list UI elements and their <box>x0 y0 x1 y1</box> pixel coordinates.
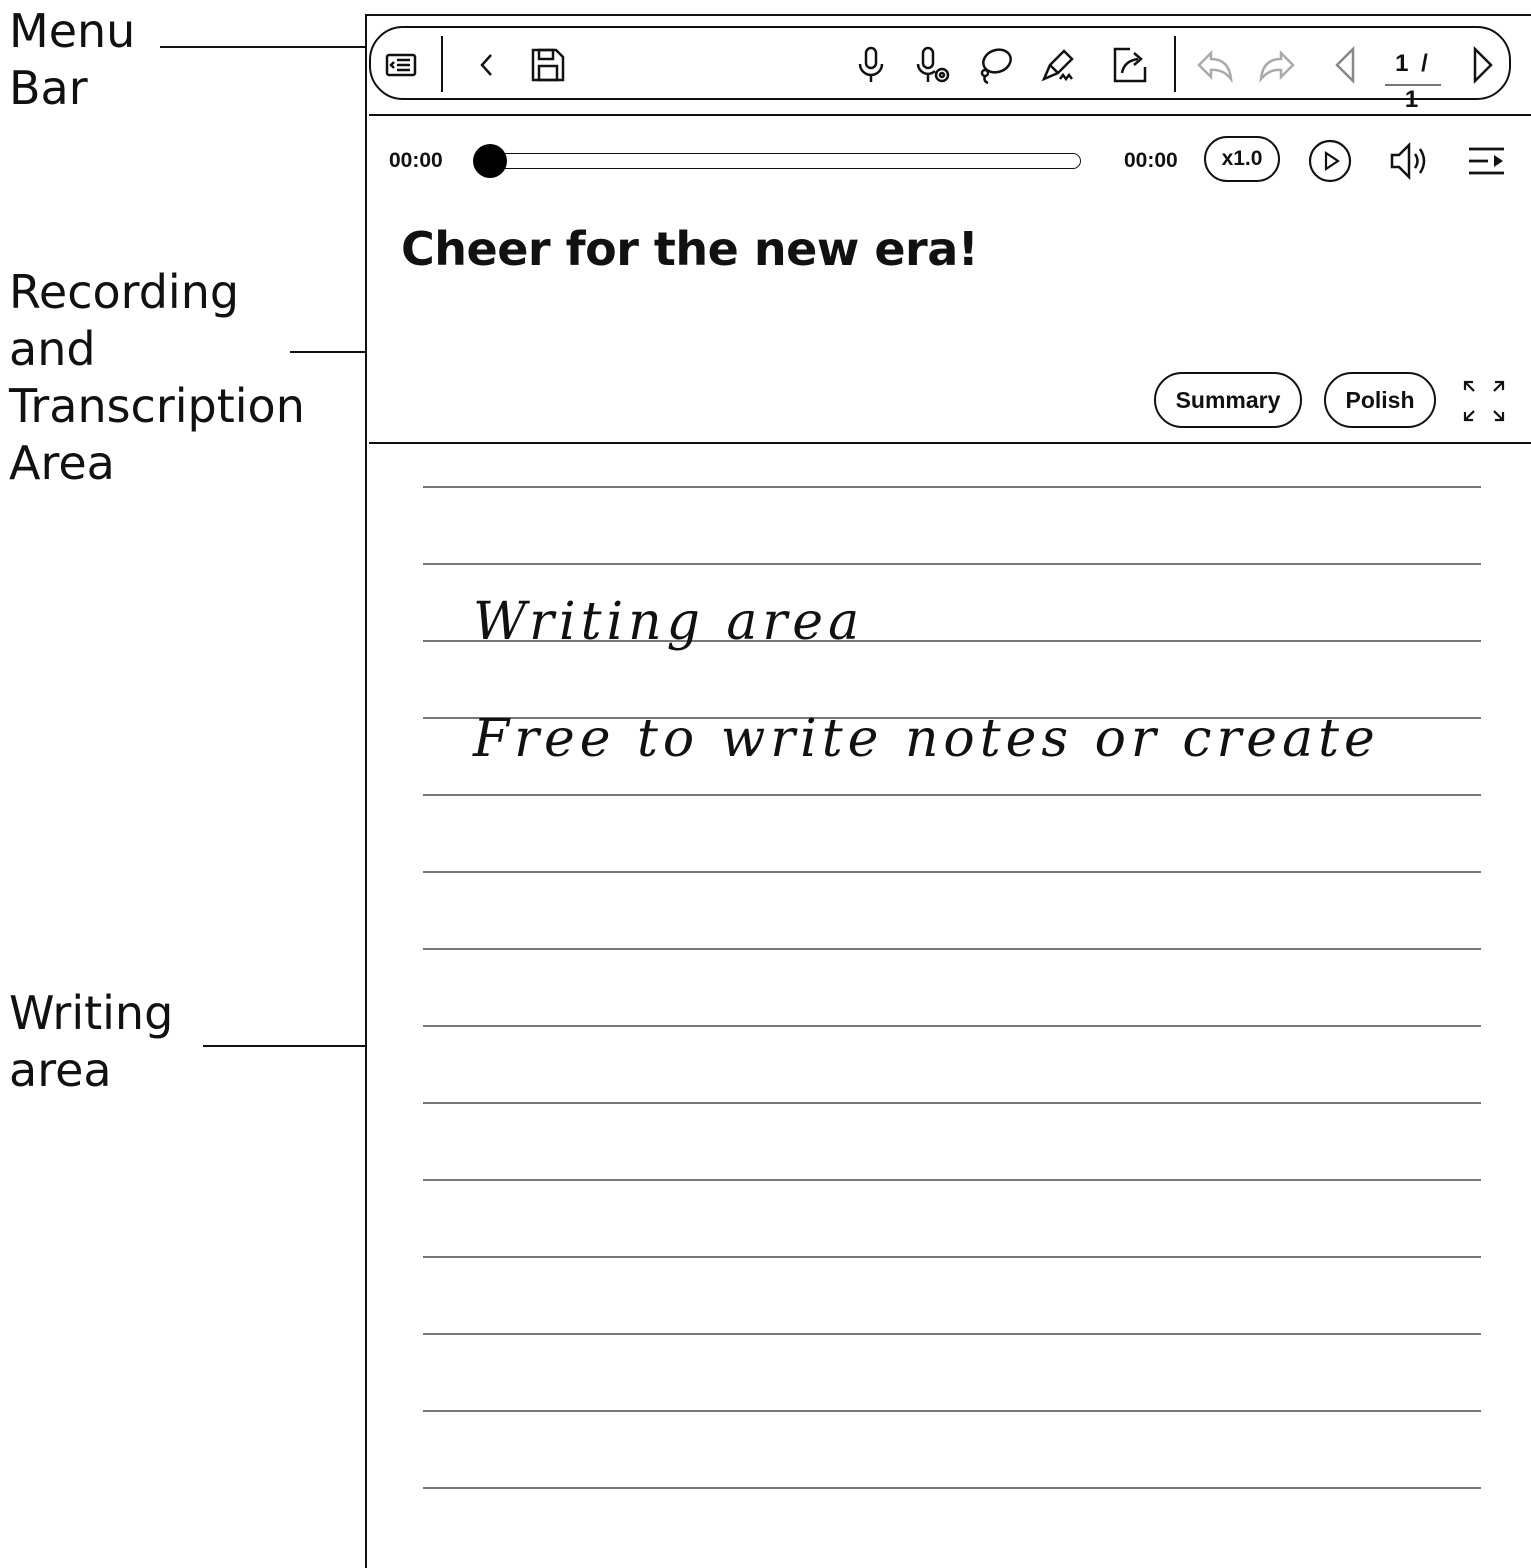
next-page-icon[interactable] <box>1461 43 1505 87</box>
playback-speed-button[interactable]: x1.0 <box>1204 136 1280 182</box>
ruled-line <box>423 1179 1481 1181</box>
share-icon[interactable] <box>1108 43 1152 87</box>
microphone-icon[interactable] <box>849 43 893 87</box>
ruled-line <box>423 1256 1481 1258</box>
ruled-line <box>423 1410 1481 1412</box>
playback-progress-track[interactable] <box>477 153 1081 169</box>
back-icon[interactable] <box>465 43 509 87</box>
play-icon[interactable] <box>1306 137 1354 185</box>
volume-icon[interactable] <box>1385 137 1433 185</box>
ruled-line <box>423 486 1481 488</box>
callout-writing-label: Writing area <box>9 986 174 1097</box>
prev-page-icon[interactable] <box>1323 43 1367 87</box>
ruled-line <box>423 1025 1481 1027</box>
callout-recording-line <box>290 351 365 353</box>
ruled-line <box>423 794 1481 796</box>
handwritten-line: Writing area <box>473 592 865 652</box>
callout-writing-line <box>203 1045 365 1047</box>
transcript-list-icon[interactable] <box>1463 137 1511 185</box>
recording-transcription-area: 00:00 00:00 x1.0 Cheer for the new era! … <box>369 116 1531 442</box>
ruled-line <box>423 871 1481 873</box>
eraser-icon[interactable] <box>1036 43 1080 87</box>
save-icon[interactable] <box>526 43 570 87</box>
ruled-line <box>423 1333 1481 1335</box>
record-settings-icon[interactable] <box>911 43 955 87</box>
ruled-line <box>423 1487 1481 1489</box>
callout-menu-bar-label: Menu Bar <box>9 4 136 115</box>
polish-button[interactable]: Polish <box>1324 372 1436 428</box>
expand-icon[interactable] <box>1461 378 1507 424</box>
redo-icon[interactable] <box>1255 43 1299 87</box>
ruled-line <box>423 948 1481 950</box>
menu-divider <box>441 36 443 92</box>
callout-menu-bar-line <box>160 46 365 48</box>
toc-icon[interactable] <box>379 43 423 87</box>
callout-recording-label: Recording and Transcription Area <box>9 265 305 490</box>
transcript-text: Cheer for the new era! <box>401 222 979 276</box>
device-screen: 1 / 1 00:00 00:00 x1.0 Cheer for the new… <box>365 14 1531 1568</box>
total-time: 00:00 <box>1124 149 1178 172</box>
current-time: 00:00 <box>389 149 443 172</box>
menu-divider <box>1174 36 1176 92</box>
lasso-icon[interactable] <box>973 43 1017 87</box>
undo-icon[interactable] <box>1193 43 1237 87</box>
ruled-line <box>423 563 1481 565</box>
ruled-line <box>423 1102 1481 1104</box>
page-indicator: 1 / 1 <box>1385 46 1441 113</box>
summary-button[interactable]: Summary <box>1154 372 1302 428</box>
handwritten-line: Free to write notes or create <box>473 709 1380 769</box>
menu-bar: 1 / 1 <box>369 26 1511 113</box>
playback-progress-knob[interactable] <box>473 144 507 178</box>
writing-canvas[interactable]: Writing area Free to write notes or crea… <box>369 444 1531 1568</box>
